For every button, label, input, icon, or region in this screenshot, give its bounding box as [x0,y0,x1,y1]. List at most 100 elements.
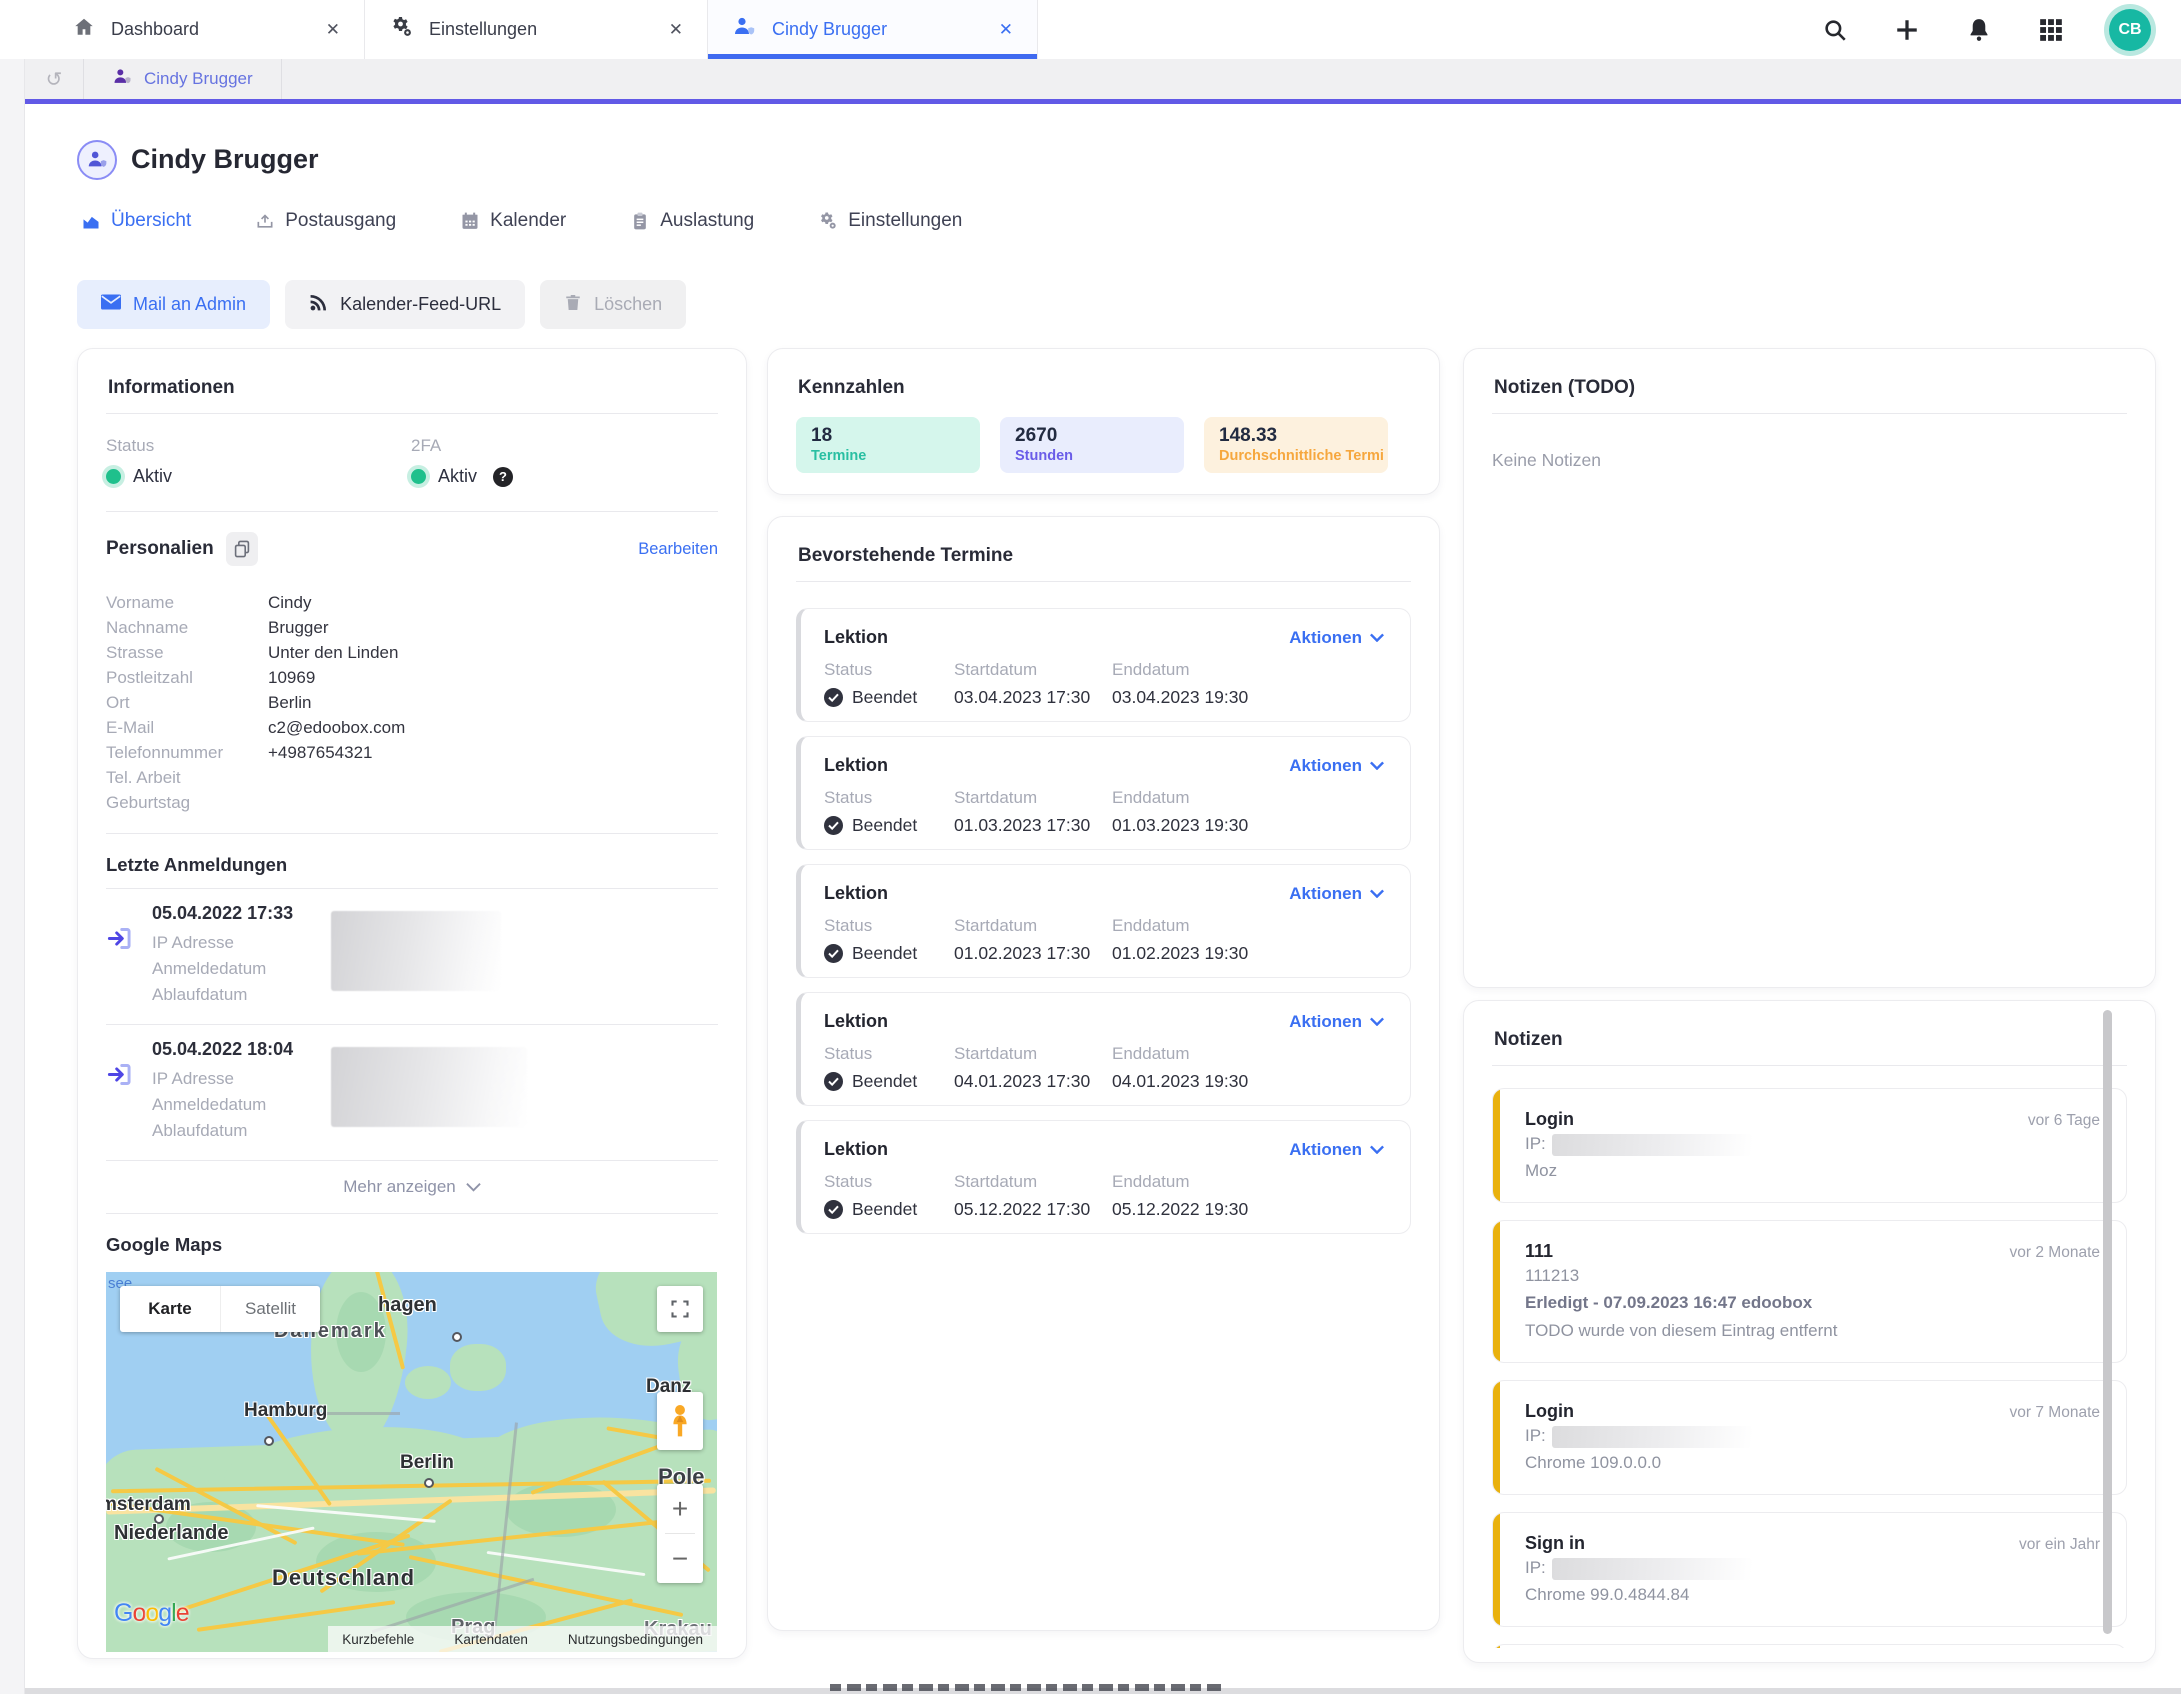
login-date: 05.04.2022 18:04 [152,1039,293,1060]
tab-einstellungen[interactable]: Einstellungen [818,210,962,232]
card-bevorstehende-termine: Bevorstehende Termine Lektion Aktionen S… [767,516,1440,1631]
tab-auslastung[interactable]: Auslastung [630,210,754,232]
map-label-deutschland: Deutschland [272,1565,415,1591]
chevron-down-icon [1370,761,1384,770]
login-arrow-icon [106,903,152,1008]
window-tab-label: Cindy Brugger [772,19,887,40]
termin-start: 03.04.2023 17:30 [954,687,1112,708]
bell-icon[interactable] [1965,16,1993,44]
login-arrow-icon [106,1039,152,1144]
aktionen-dropdown[interactable]: Aktionen [1289,756,1384,776]
termin-title: Lektion [824,627,888,648]
button-label: Mail an Admin [133,294,246,315]
search-icon[interactable] [1821,16,1849,44]
pegman-icon[interactable] [657,1392,703,1450]
scrollbar[interactable] [2103,1010,2112,1634]
satellit-button[interactable]: Satellit [220,1286,320,1332]
close-icon[interactable]: ✕ [971,20,1013,40]
termin-start: 01.03.2023 17:30 [954,815,1112,836]
card-title: Notizen [1494,1029,2127,1051]
history-icon[interactable]: ↺ [25,59,84,99]
window-tab-label: Einstellungen [429,19,537,40]
login-entry: 05.04.2022 17:33 IP Adresse Anmeldedatum… [106,889,718,1024]
note-item: Loginvor 7 Monate IP: Chrome 109.0.0.0 [1492,1380,2127,1495]
termin-end: 04.01.2023 19:30 [1112,1071,1384,1092]
twofa-label: 2FA [411,436,718,456]
bearbeiten-link[interactable]: Bearbeiten [638,540,718,559]
action-buttons: Mail an Admin Kalender-Feed-URL Löschen [77,280,686,329]
status-block: Status 2FA Aktiv Aktiv ? [106,436,718,487]
note-title: 111 [1525,1241,1553,1262]
check-icon [824,1072,843,1091]
field-row: Tel. Arbeit [106,765,718,790]
chevron-down-icon [466,1182,481,1192]
login-field-label: IP Adresse [152,930,293,956]
login-field-label: IP Adresse [152,1066,293,1092]
avatar[interactable]: CB [2109,9,2151,51]
city-marker [424,1478,434,1488]
stat-stunden: 2670 Stunden [1000,417,1184,473]
window-tab-cindy-brugger[interactable]: Cindy Brugger ✕ [708,0,1038,59]
kurzbefehle-link[interactable]: Kurzbefehle [342,1632,414,1647]
personalien-fields: VornameCindy NachnameBrugger StrasseUnte… [106,590,718,815]
close-icon[interactable]: ✕ [298,20,340,40]
card-title: Kennzahlen [798,377,1411,399]
breadcrumb-item-cindy-brugger[interactable]: Cindy Brugger [84,59,282,99]
help-icon[interactable]: ? [493,467,513,487]
karte-button[interactable]: Karte [120,1286,220,1332]
card-notizen: Notizen Loginvor 6 Tage IP: Moz 111vor 2… [1463,1000,2156,1663]
zoom-in-button[interactable]: + [657,1484,703,1533]
zoom-out-button[interactable]: − [657,1534,703,1583]
aktionen-dropdown[interactable]: Aktionen [1289,628,1384,648]
field-row: NachnameBrugger [106,615,718,640]
personalien-header: Personalien Bearbeiten [106,532,718,566]
stats-row: 18 Termine 2670 Stunden 148.33 Durchschn… [796,417,1411,473]
aktionen-dropdown[interactable]: Aktionen [1289,1012,1384,1032]
fullscreen-icon[interactable] [657,1286,703,1332]
card-title: Informationen [108,377,718,399]
add-icon[interactable] [1893,16,1921,44]
calendar-icon [460,211,480,231]
termin-title: Lektion [824,1011,888,1032]
map-attribution: Kurzbefehle Kartendaten Nutzungsbedingun… [328,1626,717,1652]
kalender-feed-url-button[interactable]: Kalender-Feed-URL [285,280,525,329]
login-field-label: Ablaufdatum [152,1118,293,1144]
window-tab-einstellungen[interactable]: Einstellungen ✕ [365,0,708,59]
termin-start: 04.01.2023 17:30 [954,1071,1112,1092]
stat-durchschnitt: 148.33 Durchschnittliche Termind... [1204,417,1388,473]
mail-an-admin-button[interactable]: Mail an Admin [77,280,270,329]
chart-icon [81,211,101,231]
apps-grid-icon[interactable] [2037,16,2065,44]
notes-list[interactable]: Loginvor 6 Tage IP: Moz 111vor 2 Monate … [1492,1088,2127,1648]
login-entry: 05.04.2022 18:04 IP Adresse Anmeldedatum… [106,1025,718,1160]
close-icon[interactable]: ✕ [641,20,683,40]
user-shield-icon [732,15,756,44]
tab-kalender[interactable]: Kalender [460,210,566,232]
copy-icon[interactable] [226,532,258,566]
personalien-title: Personalien [106,538,214,560]
window-tab-dashboard[interactable]: Dashboard ✕ [49,0,365,59]
note-item: Loginvor 6 Tage IP: Moz [1492,1088,2127,1203]
mehr-anzeigen-link[interactable]: Mehr anzeigen [106,1161,718,1213]
aktionen-dropdown[interactable]: Aktionen [1289,1140,1384,1160]
nutzungsbedingungen-link[interactable]: Nutzungsbedingungen [568,1632,703,1647]
loeschen-button[interactable]: Löschen [540,280,686,329]
google-map[interactable]: see hagen Dänemark Hamburg Danz Berlin P… [106,1272,717,1652]
tab-postausgang[interactable]: Postausgang [255,210,396,232]
login-field-label: Anmeldedatum [152,1092,293,1118]
aktionen-dropdown[interactable]: Aktionen [1289,884,1384,904]
termin-start: 05.12.2022 17:30 [954,1199,1112,1220]
note-title: Sign in [1525,1533,1585,1554]
termin-item: Lektion Aktionen StatusBeendet Startdatu… [796,608,1411,722]
letzte-anmeldungen-title: Letzte Anmeldungen [106,854,718,876]
kartendaten-link[interactable]: Kartendaten [454,1632,528,1647]
main-content: Cindy Brugger Übersicht Postausgang Kale… [25,104,2181,1694]
card-kennzahlen: Kennzahlen 18 Termine 2670 Stunden 148.3… [767,348,1440,495]
trash-icon [564,293,582,317]
tab-uebersicht[interactable]: Übersicht [81,210,191,232]
field-row: StrasseUnter den Linden [106,640,718,665]
button-label: Löschen [594,294,662,315]
note-item: Sign invor ein Jahr IP: Chrome 99.0.4844… [1492,1512,2127,1627]
google-logo: Google [114,1599,189,1628]
field-row: E-Mailc2@edoobox.com [106,715,718,740]
